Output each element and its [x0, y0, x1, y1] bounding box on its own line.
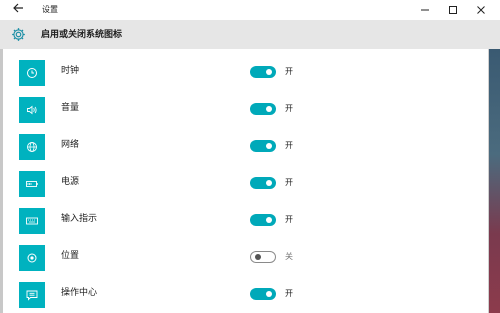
toggle-switch[interactable]	[250, 103, 276, 115]
location-icon	[27, 253, 37, 263]
item-label: 输入指示	[61, 214, 98, 224]
action-center-tile	[19, 282, 45, 308]
item-label: 位置	[61, 251, 80, 261]
gear-icon	[11, 27, 26, 42]
toggle-state: 开	[285, 289, 293, 298]
toggle-knob	[266, 143, 272, 149]
toggle-state: 关	[285, 252, 293, 261]
list-item-action-center: 操作中心 开	[19, 282, 489, 308]
volume-icon	[27, 105, 37, 115]
toggle-state: 开	[285, 141, 293, 150]
item-label: 音量	[61, 103, 80, 113]
battery-icon	[26, 181, 38, 187]
title-bar: 设置	[0, 0, 500, 20]
minimize-button[interactable]	[412, 0, 438, 20]
toggle-knob	[266, 291, 272, 297]
list-item-clock: 时钟 开	[19, 60, 489, 86]
toggle-state: 开	[285, 67, 293, 76]
action-center-icon	[26, 290, 38, 301]
power-tile	[19, 171, 45, 197]
list-item-power: 电源 开	[19, 171, 489, 197]
toggle-state: 开	[285, 215, 293, 224]
toggle-switch[interactable]	[250, 66, 276, 78]
window-title: 设置	[42, 5, 58, 14]
network-tile	[19, 134, 45, 160]
network-icon	[27, 142, 37, 152]
toggle-state: 开	[285, 104, 293, 113]
list-item-input-indicator: 输入指示 开	[19, 208, 489, 234]
toggle-switch[interactable]	[250, 214, 276, 226]
toggle-knob	[266, 69, 272, 75]
item-label: 网络	[61, 140, 80, 150]
clock-icon	[27, 68, 37, 78]
keyboard-icon	[26, 217, 38, 225]
toggle-switch[interactable]	[250, 251, 276, 263]
toggle-knob	[266, 180, 272, 186]
maximize-icon	[449, 6, 457, 14]
input-indicator-tile	[19, 208, 45, 234]
list-item-network: 网络 开	[19, 134, 489, 160]
toggle-knob	[255, 254, 261, 260]
toggle-switch[interactable]	[250, 177, 276, 189]
maximize-button[interactable]	[440, 0, 466, 20]
page-title: 启用或关闭系统图标	[41, 30, 123, 40]
toggle-switch[interactable]	[250, 288, 276, 300]
clock-tile	[19, 60, 45, 86]
volume-tile	[19, 97, 45, 123]
back-arrow-icon[interactable]	[11, 2, 25, 16]
location-tile	[19, 245, 45, 271]
minimize-icon	[421, 9, 429, 11]
list-item-location: 位置 关	[19, 245, 489, 271]
item-label: 时钟	[61, 66, 80, 76]
desktop-background-edge	[488, 49, 500, 313]
close-button[interactable]	[468, 0, 494, 20]
toggle-knob	[266, 217, 272, 223]
item-label: 操作中心	[61, 288, 98, 298]
item-label: 电源	[61, 177, 80, 187]
toggle-knob	[266, 106, 272, 112]
left-edge	[0, 49, 3, 313]
list-item-volume: 音量 开	[19, 97, 489, 123]
toggle-state: 开	[285, 178, 293, 187]
close-icon	[477, 6, 485, 14]
toggle-switch[interactable]	[250, 140, 276, 152]
